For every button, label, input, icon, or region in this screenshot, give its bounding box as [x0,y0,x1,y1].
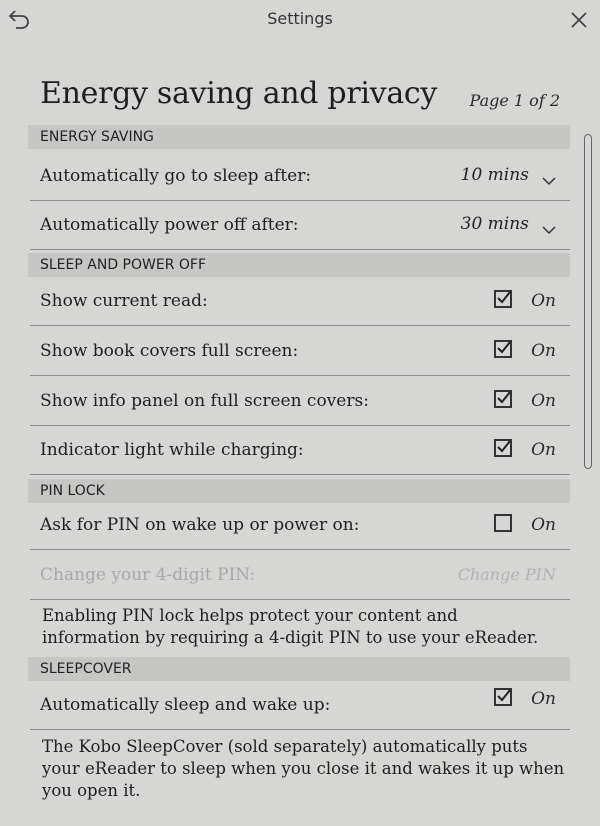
power-off-after-dropdown[interactable]: 30 mins [461,214,556,238]
toggle-state-label: On [531,439,556,460]
show-current-read-row[interactable]: Show current read: On [30,278,570,326]
show-book-covers-toggle[interactable]: On [494,339,556,364]
toggle-state-label: On [531,514,556,535]
section-header-sleepcover: SLEEPCOVER [28,657,570,681]
checkbox-checked[interactable] [494,438,513,457]
auto-sleep-wake-row[interactable]: Automatically sleep and wake up: On [30,682,570,730]
settings-title: Settings [267,9,333,28]
change-pin-row: Change your 4-digit PIN: Change PIN [30,552,570,600]
show-current-read-toggle[interactable]: On [494,289,556,314]
ask-pin-row[interactable]: Ask for PIN on wake up or power on: On [30,502,570,550]
toggle-state-label: On [531,390,556,411]
indicator-light-row[interactable]: Indicator light while charging: On [30,427,570,475]
section-header-sleep-power-off: SLEEP AND POWER OFF [28,253,570,277]
show-info-panel-row[interactable]: Show info panel on full screen covers: O… [30,378,570,426]
sleep-after-value: 10 mins [460,165,529,185]
ask-pin-toggle[interactable]: On [494,513,556,538]
top-bar: Settings [0,0,600,40]
sleep-after-dropdown[interactable]: 10 mins [461,165,556,189]
show-info-panel-label: Show info panel on full screen covers: [40,391,369,411]
toggle-state-label: On [531,688,556,709]
sleep-after-label: Automatically go to sleep after: [40,166,312,186]
section-header-energy-saving: ENERGY SAVING [28,125,570,149]
chevron-down-icon [542,220,556,234]
pin-description-line-2: information by requiring a 4-digit PIN t… [42,628,539,647]
page-indicator: Page 1 of 2 [469,91,560,110]
show-book-covers-row[interactable]: Show book covers full screen: On [30,328,570,376]
toggle-state-label: On [531,340,556,361]
show-info-panel-toggle[interactable]: On [494,389,556,414]
change-pin-button[interactable]: Change PIN [458,565,556,584]
checkbox-checked[interactable] [494,389,513,408]
indicator-light-label: Indicator light while charging: [40,440,304,460]
auto-sleep-wake-label: Automatically sleep and wake up: [40,695,331,715]
ask-pin-label: Ask for PIN on wake up or power on: [40,515,360,535]
pin-description: Enabling PIN lock helps protect your con… [42,605,572,649]
sleep-after-row[interactable]: Automatically go to sleep after: 10 mins [30,153,570,201]
auto-sleep-wake-toggle[interactable]: On [494,687,556,712]
sleepcover-description-line-2: your eReader to sleep when you close it … [42,759,565,778]
show-current-read-label: Show current read: [40,291,208,311]
toggle-state-label: On [531,290,556,311]
chevron-down-icon [542,171,556,185]
checkbox-checked[interactable] [494,339,513,358]
section-header-pin-lock: PIN LOCK [28,479,570,503]
close-button[interactable] [566,6,592,32]
change-pin-label: Change your 4-digit PIN: [40,565,256,585]
checkbox-unchecked[interactable] [494,513,513,532]
sleepcover-description: The Kobo SleepCover (sold separately) au… [42,736,572,802]
indicator-light-toggle[interactable]: On [494,438,556,463]
power-off-after-value: 30 mins [460,214,529,234]
page-title: Energy saving and privacy [40,76,438,111]
sleepcover-description-line-1: The Kobo SleepCover (sold separately) au… [42,737,528,756]
scrollbar[interactable] [584,134,592,469]
checkbox-checked[interactable] [494,289,513,308]
power-off-after-label: Automatically power off after: [40,215,299,235]
show-book-covers-label: Show book covers full screen: [40,341,299,361]
checkbox-checked[interactable] [494,687,513,706]
pin-description-line-1: Enabling PIN lock helps protect your con… [42,606,458,625]
sleepcover-description-line-3: you open it. [42,781,141,800]
close-icon [566,12,592,36]
power-off-after-row[interactable]: Automatically power off after: 30 mins [30,202,570,250]
